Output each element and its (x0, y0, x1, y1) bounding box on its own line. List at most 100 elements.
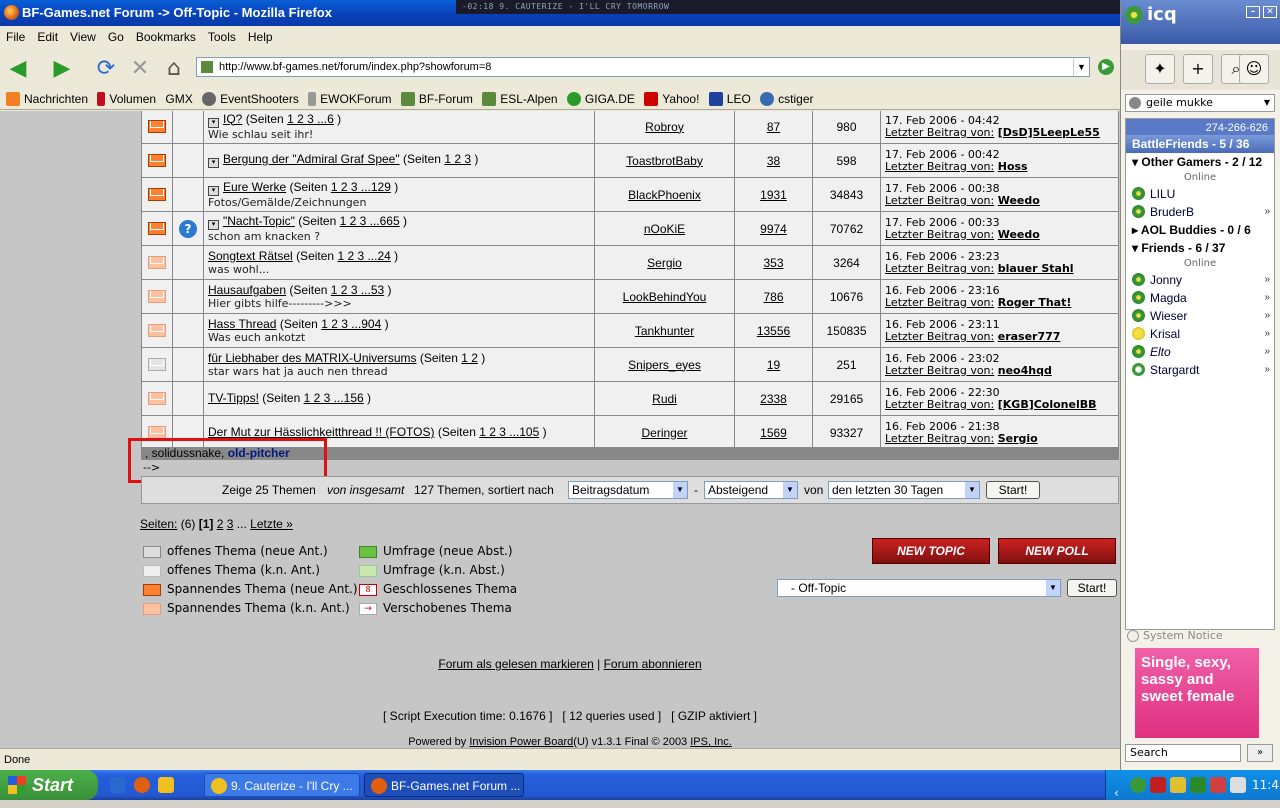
mark-read-link[interactable]: Forum als gelesen markieren (438, 657, 593, 671)
lastpost-label-link[interactable]: Letzter Beitrag von: (885, 432, 994, 445)
forward-arrow-icon[interactable]: ▶ (48, 54, 76, 82)
replies-link[interactable]: 2338 (760, 392, 787, 406)
author-link[interactable]: Snipers_eyes (628, 358, 701, 372)
replies-link[interactable]: 87 (767, 120, 780, 134)
lastpost-user-link[interactable]: Weedo (998, 194, 1040, 207)
author-link[interactable]: Rudi (652, 392, 677, 406)
group-aol-buddies[interactable]: ▸ AOL Buddies - 0 / 6 (1126, 221, 1274, 239)
bookmark-volumen[interactable]: Volumen (97, 88, 156, 110)
topic-title-link[interactable]: für Liebhaber des MATRIX-Universums (208, 351, 417, 365)
url-bar[interactable]: http://www.bf-games.net/forum/index.php?… (196, 57, 1090, 77)
contact-item[interactable]: BruderB » (1126, 203, 1274, 221)
replies-link[interactable]: 9974 (760, 222, 787, 236)
lastpost-label-link[interactable]: Letzter Beitrag von: (885, 228, 994, 241)
lastpost-user-link[interactable]: Sergio (998, 432, 1038, 445)
author-link[interactable]: Robroy (645, 120, 684, 134)
author-link[interactable]: LookBehindYou (623, 290, 707, 304)
group-battlefriends[interactable]: BattleFriends - 5 / 36 (1126, 135, 1274, 153)
show-desktop-icon[interactable] (110, 777, 126, 793)
topic-pages-links[interactable]: 1 2 3 ...129 (331, 180, 391, 194)
contact-item[interactable]: Magda » (1126, 289, 1274, 307)
topic-title-link[interactable]: IQ? (223, 112, 242, 126)
subscribe-link[interactable]: Forum abonnieren (604, 657, 702, 671)
topic-pages-links[interactable]: 1 2 3 ...665 (340, 214, 400, 228)
bookmark-nachrichten[interactable]: Nachrichten (6, 88, 88, 110)
replies-link[interactable]: 353 (763, 256, 783, 270)
menu-view[interactable]: View (64, 26, 102, 48)
forum-jump-button[interactable]: Start! (1067, 579, 1117, 597)
replies-link[interactable]: 1931 (760, 188, 787, 202)
status-message-select[interactable]: geile mukke ▼ (1125, 94, 1275, 112)
lastpost-label-link[interactable]: Letzter Beitrag von: (885, 296, 994, 309)
new-poll-button[interactable]: NEW POLL (998, 538, 1116, 564)
winamp-bar[interactable]: -02:18 9. CAUTERIZE - I'LL CRY TOMORROW (456, 0, 1120, 14)
contact-item[interactable]: LILU (1126, 185, 1274, 203)
topic-title-link[interactable]: Hausaufgaben (208, 283, 286, 297)
topic-title-link[interactable]: Eure Werke (223, 180, 286, 194)
network-tray-icon[interactable] (1190, 777, 1206, 793)
bookmark-gmx[interactable]: GMX (165, 88, 192, 110)
lastpost-user-link[interactable]: Roger That! (998, 296, 1072, 309)
search-go-icon[interactable]: » (1247, 744, 1273, 762)
new-topic-button[interactable]: NEW TOPIC (872, 538, 990, 564)
menu-file[interactable]: File (0, 26, 31, 48)
topic-title-link[interactable]: Der Mut zur Hässlichkeitthread !! (FOTOS… (208, 425, 435, 439)
lastpost-label-link[interactable]: Letzter Beitrag von: (885, 126, 994, 139)
topic-pages-links[interactable]: 1 2 3 ...904 (321, 317, 381, 331)
reload-icon[interactable]: ⟳ (92, 54, 120, 82)
contact-item[interactable]: Elto » (1126, 343, 1274, 361)
start-button[interactable]: Start (0, 770, 98, 800)
topic-title-link[interactable]: Hass Thread (208, 317, 276, 331)
replies-link[interactable]: 13556 (757, 324, 790, 338)
menu-go[interactable]: Go (102, 26, 130, 48)
topic-pages-links[interactable]: 1 2 3 ...6 (287, 112, 334, 126)
author-link[interactable]: Tankhunter (635, 324, 694, 338)
person-icon[interactable]: ☺ (1239, 54, 1269, 84)
replies-link[interactable]: 38 (767, 154, 780, 168)
bookmark-bf-forum[interactable]: BF-Forum (400, 88, 473, 110)
contact-item[interactable]: Stargardt » (1126, 361, 1274, 379)
task-winamp[interactable]: 9. Cauterize - I'll Cry ... (204, 773, 360, 797)
topic-pages-links[interactable]: 1 2 3 ...105 (479, 425, 539, 439)
group-friends[interactable]: ▾ Friends - 6 / 37 (1126, 239, 1274, 257)
author-link[interactable]: Deringer (641, 426, 687, 440)
bookmark-leo[interactable]: LEO (708, 88, 751, 110)
contact-item[interactable]: Wieser » (1126, 307, 1274, 325)
go-button-icon[interactable]: ▶ (1098, 59, 1114, 75)
bookmark-yahoo[interactable]: Yahoo! (644, 88, 699, 110)
url-dropdown-icon[interactable]: ▼ (1073, 58, 1089, 76)
lastpost-label-link[interactable]: Letzter Beitrag von: (885, 330, 994, 343)
page-2-link[interactable]: 2 (217, 517, 224, 531)
back-arrow-icon[interactable]: ◀ (4, 54, 32, 82)
minimize-icon[interactable]: – (1246, 6, 1260, 18)
topic-preview-icon[interactable]: ▾ (208, 117, 219, 128)
menu-help[interactable]: Help (242, 26, 279, 48)
replies-link[interactable]: 19 (767, 358, 780, 372)
sort-order-select[interactable]: Absteigend ▼ (704, 481, 798, 499)
lastpost-label-link[interactable]: Letzter Beitrag von: (885, 262, 994, 275)
lastpost-user-link[interactable]: Hoss (998, 160, 1028, 173)
lastpost-user-link[interactable]: eraser777 (998, 330, 1061, 343)
ipb-link[interactable]: Invision Power Board (469, 736, 573, 748)
lastpost-user-link[interactable]: [DsD]5LeepLe55 (998, 126, 1100, 139)
group-other-gamers[interactable]: ▾ Other Gamers - 2 / 12 (1126, 153, 1274, 171)
lastpost-label-link[interactable]: Letzter Beitrag von: (885, 194, 994, 207)
system-notice[interactable]: System Notice (1125, 628, 1275, 644)
lastpost-user-link[interactable]: neo4hqd (998, 364, 1052, 377)
topic-pages-links[interactable]: 1 2 (461, 351, 478, 365)
advertisement-banner[interactable]: Single, sexy, sassy and sweet female (1135, 648, 1259, 738)
menu-edit[interactable]: Edit (31, 26, 64, 48)
lastpost-user-link[interactable]: Weedo (998, 228, 1040, 241)
lastpost-user-link[interactable]: [KGB]ColonelBB (998, 398, 1097, 411)
topic-title-link[interactable]: Songtext Rätsel (208, 249, 293, 263)
bookmark-ewokforum[interactable]: EWOKForum (308, 88, 392, 110)
add-contact-icon[interactable]: + (1183, 54, 1213, 84)
pages-label[interactable]: Seiten: (140, 517, 177, 531)
lastpost-label-link[interactable]: Letzter Beitrag von: (885, 398, 994, 411)
replies-link[interactable]: 786 (763, 290, 783, 304)
tray-expand-icon[interactable]: ‹ (1114, 778, 1119, 808)
stop-icon[interactable]: ✕ (126, 54, 154, 82)
topic-title-link[interactable]: "Nacht-Topic" (223, 214, 295, 228)
topic-pages-links[interactable]: 1 2 3 ...53 (331, 283, 384, 297)
bookmark-cstiger[interactable]: cstiger (760, 88, 813, 110)
